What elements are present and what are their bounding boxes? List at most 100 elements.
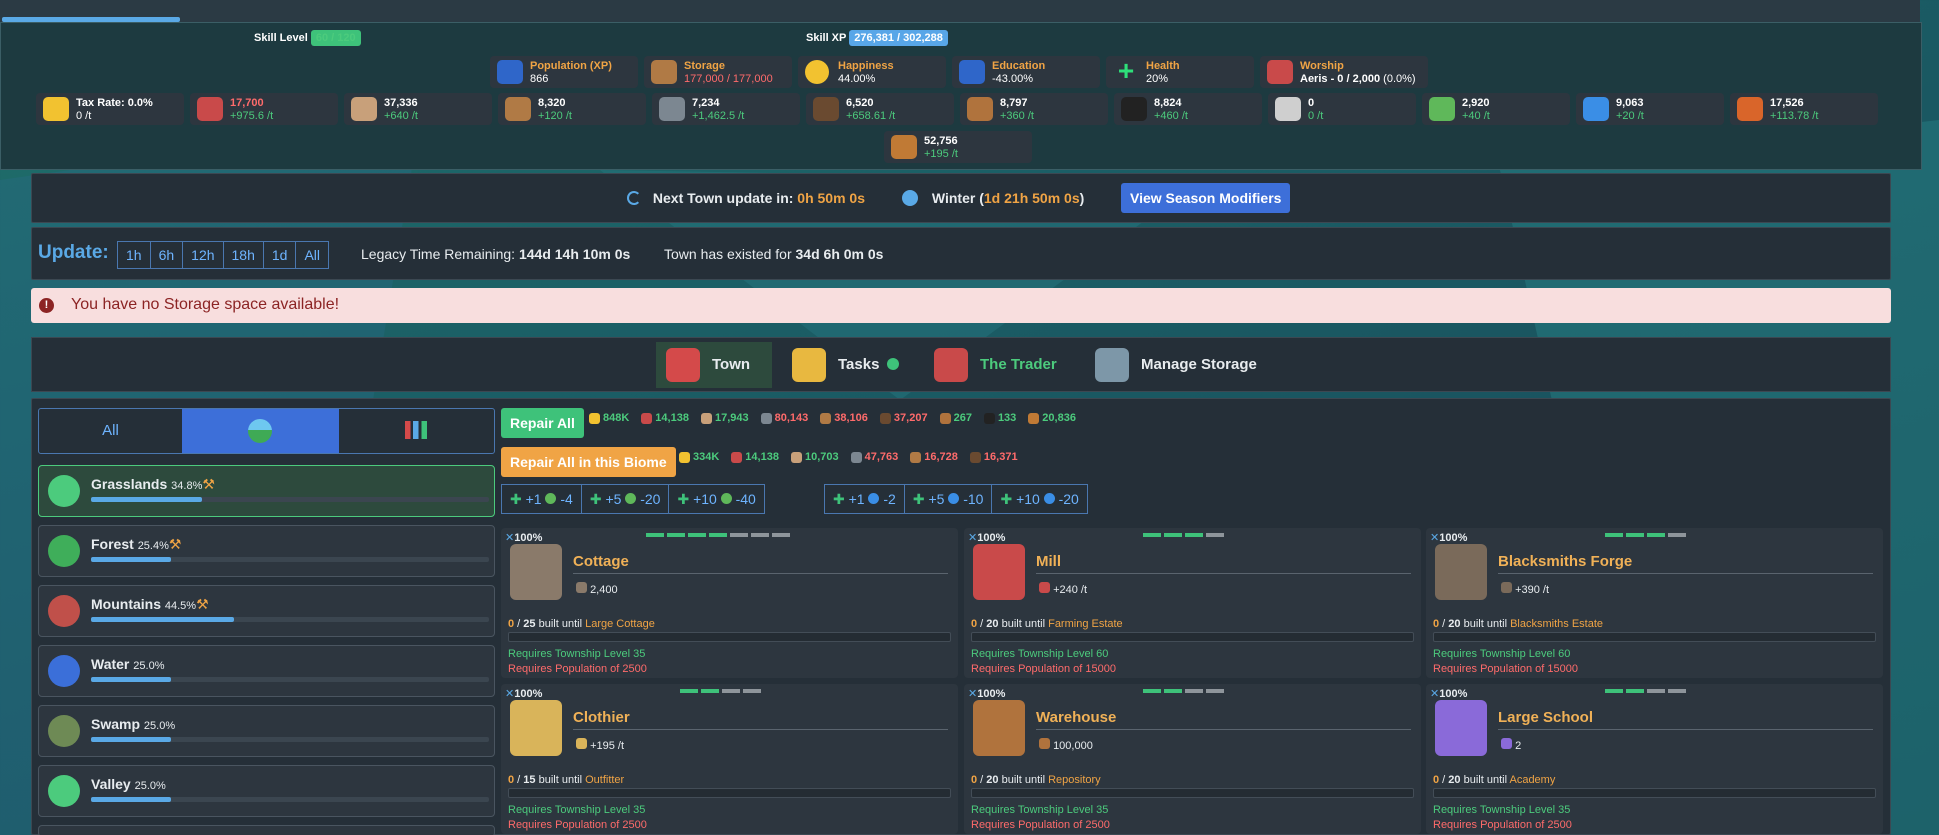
bar-icon: [813, 97, 839, 121]
building-card-large-school[interactable]: ✕100% Large School 2 0 / 20 built until …: [1426, 684, 1883, 834]
resource-icon: [760, 412, 772, 424]
legacy-time: Legacy Time Remaining: 144d 14h 10m 0s: [361, 246, 631, 262]
resource-10: 9,063 +20 /t: [1576, 93, 1724, 125]
resource-icon: [850, 451, 862, 463]
logs-icon: [351, 97, 377, 121]
notification-icon: [886, 358, 899, 370]
biome-swamp[interactable]: Swamp 25.0%: [38, 705, 495, 757]
biome-repair-cost-0: 334K: [679, 451, 719, 463]
resource-icon: [820, 412, 832, 424]
resource-2: 37,336 +640 /t: [344, 93, 492, 125]
biome-more[interactable]: [38, 825, 495, 835]
update-6h-button[interactable]: 6h: [149, 241, 184, 269]
hammer-icon: ⚒: [202, 476, 215, 492]
building-card-cottage[interactable]: ✕100% Cottage 2,400 0 / 25 built until L…: [501, 528, 958, 678]
box-icon: [651, 60, 677, 84]
increment-button[interactable]: ✚ +5 -20: [582, 485, 670, 513]
resource-1: 17,700 +975.6 /t: [190, 93, 338, 125]
town-update-panel: Next Town update in: 0h 50m 0s Winter (1…: [31, 173, 1891, 223]
stat-happiness: Happiness 44.00%: [798, 56, 946, 88]
plus-icon: ✚: [589, 491, 602, 507]
meat-icon: [197, 97, 223, 121]
filter-biome-tab[interactable]: [182, 409, 339, 453]
repair-cost-0: 848K: [589, 412, 629, 424]
building-card-warehouse[interactable]: ✕100% Warehouse 100,000 0 / 20 built unt…: [964, 684, 1421, 834]
resource-icon: [790, 451, 802, 463]
efficiency: ✕100%: [505, 688, 543, 700]
building-card-blacksmiths-forge[interactable]: ✕100% Blacksmiths Forge +390 /t 0 / 20 b…: [1426, 528, 1883, 678]
update-label: Update:: [38, 242, 109, 263]
clipboard-icon: [792, 348, 826, 382]
biome-progress: [91, 497, 489, 502]
biome-forest[interactable]: Forest 25.4%⚒: [38, 525, 495, 577]
plus-icon: ✚: [510, 491, 522, 507]
tab-tasks[interactable]: Tasks: [782, 342, 902, 388]
repair-cost-7: 133: [983, 412, 1016, 424]
biome-valley[interactable]: Valley 25.0%: [38, 765, 495, 817]
requirement-level: Requires Township Level 35: [508, 804, 646, 816]
building-card-clothier[interactable]: ✕100% Clothier +195 /t 0 / 15 built unti…: [501, 684, 958, 834]
biome-grasslands[interactable]: Grasslands 34.8%⚒: [38, 465, 495, 517]
build-progress: [1433, 632, 1876, 642]
resource-icon: [983, 412, 995, 424]
update-all-button[interactable]: All: [295, 241, 330, 269]
herb-icon: [1429, 97, 1455, 121]
filter-all-tab[interactable]: All: [39, 409, 182, 453]
repair-all-button[interactable]: Repair All: [501, 408, 584, 438]
building-name: Mill: [1036, 553, 1061, 570]
update-18h-button[interactable]: 18h: [222, 241, 264, 269]
stat-education: Education -43.00%: [952, 56, 1100, 88]
repair-cost-1: 14,138: [641, 412, 689, 424]
meat-icon: [1039, 582, 1050, 593]
biome-icon: [48, 775, 80, 807]
tab-town[interactable]: Town: [656, 342, 772, 388]
increment-button[interactable]: ✚ +5 -10: [905, 485, 993, 513]
update-1h-button[interactable]: 1h: [117, 241, 151, 269]
tools-icon: ✕: [1430, 688, 1440, 700]
resource-icon: [641, 412, 653, 424]
cloth-icon: [576, 738, 587, 749]
upgrade-segments: [1605, 689, 1686, 693]
biome-repair-cost-5: 16,371: [969, 451, 1018, 463]
biome-icon: [48, 595, 80, 627]
increment-button[interactable]: ✚ +1 -2: [825, 485, 905, 513]
view-season-modifiers-button[interactable]: View Season Modifiers: [1121, 183, 1291, 213]
skill-xp-value: 276,381 / 302,288: [849, 30, 948, 46]
building-name: Cottage: [573, 553, 629, 570]
building-card-mill[interactable]: ✕100% Mill +240 /t 0 / 20 built until Fa…: [964, 528, 1421, 678]
resource-icon: [589, 412, 600, 424]
resource-3: 8,320 +120 /t: [498, 93, 646, 125]
update-12h-button[interactable]: 12h: [182, 241, 224, 269]
resource-8: 0 0 /t: [1268, 93, 1416, 125]
shop-icon: [934, 348, 968, 382]
storage-alert: ! You have no Storage space available!: [31, 288, 1891, 323]
increment-button[interactable]: ✚ +10 -40: [669, 485, 763, 513]
building-icon: [973, 700, 1025, 756]
plank-icon: [505, 97, 531, 121]
biome-mountains[interactable]: Mountains 44.5%⚒: [38, 585, 495, 637]
tools-icon: ✕: [968, 688, 978, 700]
biome-icon: [48, 535, 80, 567]
increment-button[interactable]: ✚ +1 -4: [502, 485, 582, 513]
update-buttons: 1h 6h 12h 18h 1d All: [117, 241, 330, 269]
biome-progress: [91, 737, 489, 742]
plus-icon: ✚: [833, 491, 845, 507]
increment-button[interactable]: ✚ +10 -20: [992, 485, 1086, 513]
requirement-level: Requires Township Level 60: [1433, 648, 1571, 660]
resource-6: 8,797 +360 /t: [960, 93, 1108, 125]
dirt-icon: [967, 97, 993, 121]
exclamation-icon: !: [39, 298, 54, 313]
tab-manage-storage[interactable]: Manage Storage: [1085, 342, 1265, 388]
tab-the-trader[interactable]: The Trader: [924, 342, 1074, 388]
filter-stats-tab[interactable]: [339, 409, 494, 453]
update-1d-button[interactable]: 1d: [262, 241, 297, 269]
resource-4: 7,234 +1,462.5 /t: [652, 93, 800, 125]
repair-cost-2: 17,943: [700, 412, 749, 424]
resource-9: 2,920 +40 /t: [1422, 93, 1570, 125]
repair-biome-button[interactable]: Repair All in this Biome: [501, 447, 676, 477]
efficiency: ✕100%: [1430, 688, 1468, 700]
bar-icon: [1501, 582, 1512, 593]
circle-icon: [1275, 97, 1301, 121]
biome-water[interactable]: Water 25.0%: [38, 645, 495, 697]
build-progress: [971, 788, 1414, 798]
